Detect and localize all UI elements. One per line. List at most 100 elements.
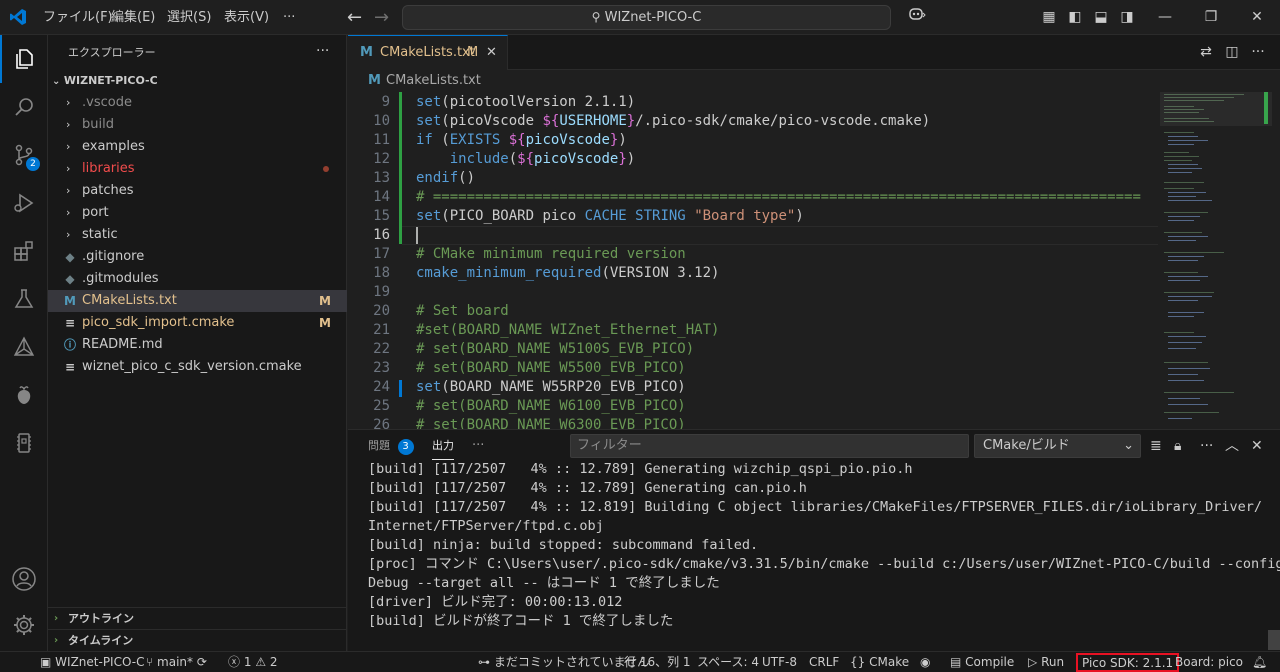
- explorer-more-button[interactable]: ···: [316, 35, 329, 70]
- tree-file[interactable]: ⓘ README.md: [48, 334, 347, 356]
- menu-view[interactable]: 表示(V): [217, 0, 276, 35]
- tree-item-label: CMakeLists.txt: [82, 293, 177, 308]
- title-bar: ファイル(F) 編集(E) 選択(S) 表示(V) ··· ← → ⚲ WIZn…: [0, 0, 1280, 35]
- tree-file[interactable]: M CMakeLists.txt M: [48, 290, 347, 312]
- pico-sdk-version[interactable]: Pico SDK: 2.1.1: [1076, 653, 1180, 672]
- eol-setting[interactable]: CRLF: [809, 652, 839, 672]
- back-arrow-icon[interactable]: ←: [347, 0, 362, 35]
- workspace-root[interactable]: ⌄ WIZNET-PICO-C: [48, 70, 347, 92]
- menu-edit[interactable]: 編集(E): [104, 0, 162, 35]
- toggle-panel-icon[interactable]: ⬓: [1092, 0, 1110, 35]
- tree-file[interactable]: ≡ pico_sdk_import.cmake M: [48, 312, 347, 334]
- run-debug-icon[interactable]: [0, 179, 48, 227]
- remote-indicator[interactable]: ▣ WIZnet-PICO-C: [40, 652, 144, 672]
- code-line: cmake_minimum_required(VERSION 3.12): [416, 265, 720, 281]
- settings-gear-icon[interactable]: [0, 601, 48, 649]
- search-icon[interactable]: [0, 83, 48, 131]
- tree-folder[interactable]: › port: [48, 202, 347, 224]
- open-changes-icon[interactable]: ⇄: [1196, 35, 1216, 70]
- line-number: 9: [381, 94, 390, 110]
- compile-button[interactable]: ▤ Compile: [950, 652, 1014, 672]
- breadcrumb: M CMakeLists.txt: [348, 70, 1280, 92]
- output-filter-input[interactable]: フィルター: [570, 434, 969, 458]
- problems-indicator[interactable]: ⓧ 1 ⚠ 2: [228, 652, 278, 672]
- maximize-panel-icon[interactable]: ︿: [1225, 430, 1239, 462]
- tab-cmakelists[interactable]: M CMakeLists.txt M ✕: [348, 35, 508, 70]
- panel-scrollbar[interactable]: [1268, 630, 1280, 650]
- copilot-icon[interactable]: [902, 0, 932, 35]
- run-button[interactable]: ▷ Run: [1028, 652, 1064, 672]
- activity-bar: 2: [0, 35, 48, 651]
- close-window-icon[interactable]: ✕: [1242, 0, 1272, 35]
- explorer-title: エクスプローラー: [68, 46, 156, 59]
- editor-more-button[interactable]: ···: [1248, 35, 1268, 70]
- code-line: set(PICO_BOARD pico CACHE STRING "Board …: [416, 208, 804, 224]
- warning-icon: ⚠: [255, 655, 267, 669]
- language-mode[interactable]: {} CMake: [850, 652, 909, 672]
- tree-folder[interactable]: › build: [48, 114, 347, 136]
- gutter-change-marker: [399, 92, 402, 244]
- git-branch-icon: ⑂: [146, 655, 154, 669]
- git-commit-icon: ⊶: [478, 655, 490, 669]
- device-board-icon[interactable]: [0, 419, 48, 467]
- explorer-icon[interactable]: [0, 35, 48, 83]
- breadcrumb-file[interactable]: CMakeLists.txt: [386, 70, 481, 92]
- tab-output[interactable]: 出力: [432, 430, 454, 460]
- menu-selection[interactable]: 選択(S): [160, 0, 218, 35]
- close-tab-icon[interactable]: ✕: [486, 36, 497, 70]
- notifications-bell-icon[interactable]: 🔔︎: [1252, 652, 1267, 672]
- close-panel-icon[interactable]: ✕: [1251, 430, 1263, 462]
- tree-folder[interactable]: › libraries: [48, 158, 347, 180]
- toggle-secondary-sidebar-icon[interactable]: ◨: [1118, 0, 1136, 35]
- panel-more-actions-icon[interactable]: ···: [1200, 430, 1213, 462]
- cmake-file-icon: M: [360, 45, 373, 60]
- output-channel-value: CMake/ビルド: [983, 438, 1070, 453]
- tab-problems[interactable]: 問題 3: [368, 430, 414, 462]
- panel-more-button[interactable]: ···: [472, 430, 484, 462]
- search-text: WIZnet-PICO-C: [604, 10, 702, 25]
- lock-scroll-icon[interactable]: 🔒︎: [1174, 430, 1181, 462]
- menu-more[interactable]: ···: [276, 0, 302, 35]
- tree-folder[interactable]: › examples: [48, 136, 347, 158]
- line-number: 18: [373, 265, 390, 281]
- tree-file[interactable]: ◆ .gitmodules: [48, 268, 347, 290]
- outline-section[interactable]: › アウトライン: [48, 607, 347, 629]
- minimize-icon[interactable]: —: [1150, 0, 1180, 35]
- minimap[interactable]: [1160, 92, 1272, 429]
- tree-item-label: pico_sdk_import.cmake: [82, 315, 235, 330]
- raspberry-pi-pico-icon[interactable]: [0, 371, 48, 419]
- output-line: Internet/FTPServer/ftpd.c.obj: [368, 518, 604, 534]
- encoding-setting[interactable]: UTF-8: [762, 652, 797, 672]
- copilot-status-icon[interactable]: ◉: [920, 652, 930, 672]
- timeline-label: タイムライン: [68, 634, 134, 647]
- split-editor-icon[interactable]: ◫: [1222, 35, 1242, 70]
- tree-folder[interactable]: › patches: [48, 180, 347, 202]
- indentation-setting[interactable]: スペース: 4: [697, 652, 759, 672]
- git-status-badge: M: [319, 316, 331, 330]
- tree-file[interactable]: ≡ wiznet_pico_c_sdk_version.cmake: [48, 356, 347, 378]
- branch-indicator[interactable]: ⑂ main* ⟳: [146, 652, 207, 672]
- tree-file[interactable]: ◆ .gitignore: [48, 246, 347, 268]
- output-channel-select[interactable]: CMake/ビルド ⌄: [974, 434, 1141, 458]
- restore-icon[interactable]: ❐: [1196, 0, 1226, 35]
- forward-arrow-icon[interactable]: →: [374, 0, 389, 35]
- extensions-icon[interactable]: [0, 227, 48, 275]
- cmake-icon[interactable]: [0, 323, 48, 371]
- code-line: # set(BOARD_NAME W6100_EVB_PICO): [416, 398, 686, 414]
- toggle-sidebar-icon[interactable]: ◧: [1066, 0, 1084, 35]
- word-wrap-list-icon[interactable]: ≣: [1150, 430, 1162, 462]
- cursor-position[interactable]: 行 16、列 1: [624, 652, 691, 672]
- layout-customize-icon[interactable]: ▦: [1040, 0, 1058, 35]
- tree-folder[interactable]: › static: [48, 224, 347, 246]
- board-selector[interactable]: Board: pico: [1175, 652, 1243, 672]
- tree-folder[interactable]: › .vscode: [48, 92, 347, 114]
- output-line: [build] [117/2507 4% :: 12.789] Generati…: [368, 461, 913, 477]
- source-control-icon[interactable]: 2: [0, 131, 48, 179]
- code-line: set(BOARD_NAME W55RP20_EVB_PICO): [416, 379, 686, 395]
- code-editor[interactable]: 9 10 11 12 13 14 15 16 17 18 19 20 21 22 23 24 25 26 set(…: [348, 92, 1280, 429]
- timeline-section[interactable]: › タイムライン: [48, 629, 347, 651]
- testing-flask-icon[interactable]: [0, 275, 48, 323]
- tree-item-label: examples: [82, 139, 145, 154]
- account-icon[interactable]: [0, 555, 48, 603]
- command-center-search[interactable]: ⚲ WIZnet-PICO-C: [402, 5, 891, 30]
